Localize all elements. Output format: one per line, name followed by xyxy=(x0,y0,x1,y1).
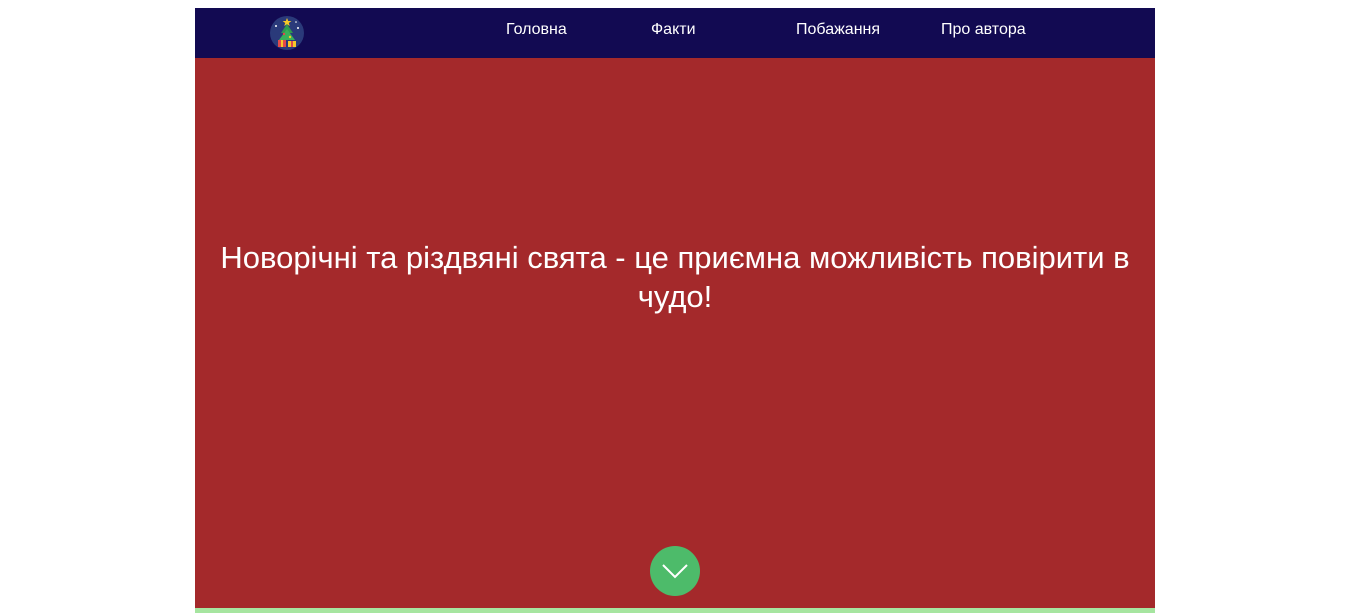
christmas-tree-icon[interactable] xyxy=(269,14,305,52)
scroll-down-button[interactable] xyxy=(650,546,700,596)
nav-link-about-author[interactable]: Про автора xyxy=(941,21,1026,39)
nav-link-facts[interactable]: Факти xyxy=(651,21,696,39)
next-section-edge xyxy=(195,608,1155,613)
nav-link-home[interactable]: Головна xyxy=(506,21,567,39)
chevron-down-icon xyxy=(662,564,688,579)
page: Головна Факти Побажання Про автора Новор… xyxy=(195,8,1155,613)
hero-section: Новорічні та різдвяні свята - це приємна… xyxy=(195,58,1155,608)
nav-link-wishes[interactable]: Побажання xyxy=(796,21,880,39)
navbar: Головна Факти Побажання Про автора xyxy=(195,8,1155,58)
hero-heading: Новорічні та різдвяні свята - це приємна… xyxy=(220,240,1130,314)
